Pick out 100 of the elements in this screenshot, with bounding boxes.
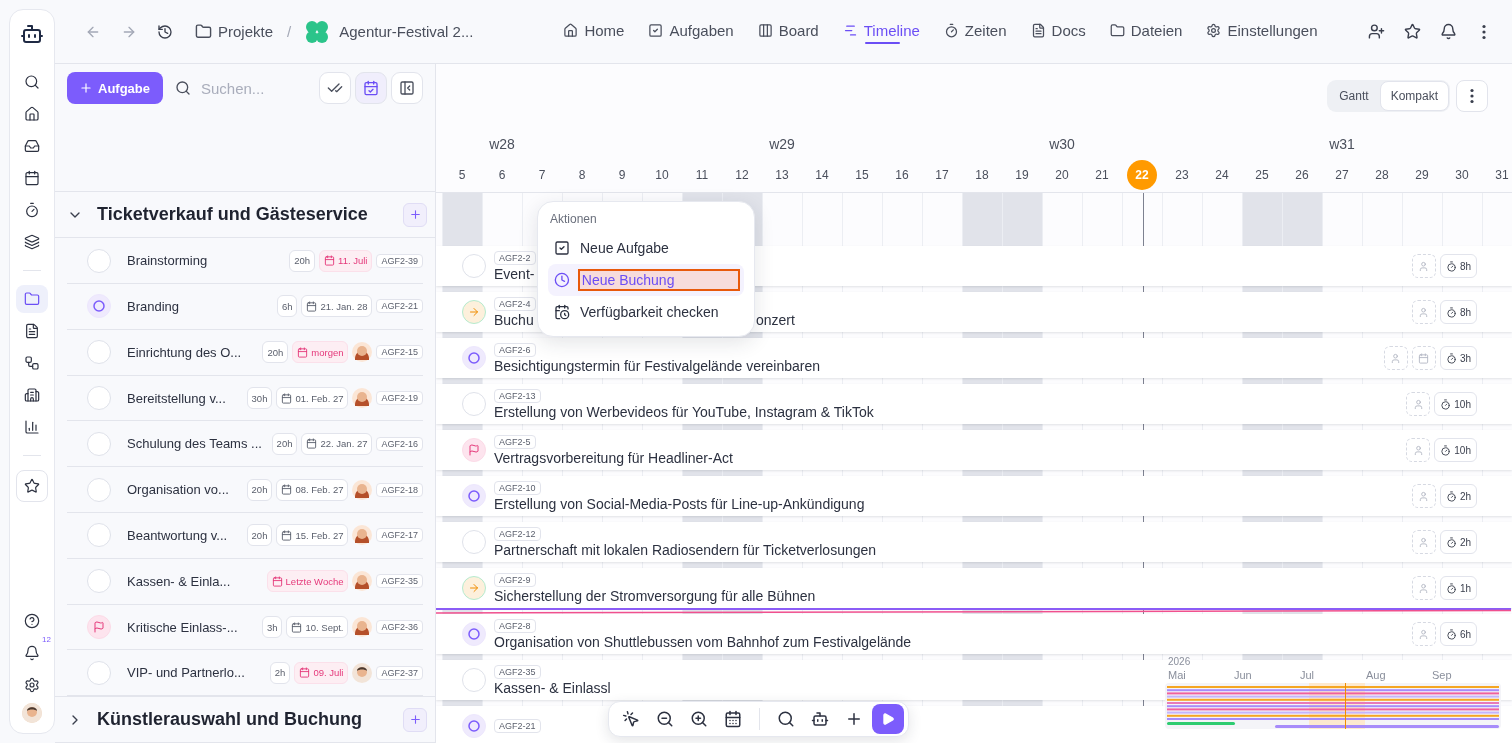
task-title[interactable]: Partnerschaft mit lokalen Radiosendern für Ticketverlosungen — [494, 541, 877, 558]
in-progress-status[interactable] — [462, 622, 486, 646]
task-title[interactable]: Erstellung von Werbevideos für YouTube, Instagram & TikTok — [494, 403, 874, 420]
nav-tab[interactable]: Board — [757, 0, 819, 64]
flag-status[interactable] — [462, 438, 486, 462]
view-toggle-option[interactable]: Kompakt — [1379, 81, 1449, 111]
day-label: 6 — [498, 168, 506, 182]
folder-icon — [195, 23, 212, 40]
settings-icon — [24, 677, 40, 693]
menu-item[interactable]: Neue Buchung — [548, 264, 744, 296]
logo-icon[interactable] — [20, 22, 44, 46]
in-progress-status[interactable] — [87, 294, 111, 319]
task-title[interactable]: Kritische Einlass-... — [127, 619, 238, 635]
task-title[interactable]: Vertragsvorbereitung für Headliner-Act — [494, 449, 733, 466]
task-title[interactable]: Bereitstellung v... — [127, 390, 226, 406]
nav-tab[interactable]: Dateien — [1109, 0, 1183, 64]
view-toggle-option[interactable]: Gantt — [1328, 81, 1380, 111]
search-field[interactable]: Suchen... — [199, 78, 299, 98]
minimap-drawing[interactable] — [1165, 683, 1501, 729]
checkbox-icon — [554, 240, 570, 256]
task-title[interactable]: Erstellung von Social-Media-Posts für Line-up-Ankündigung — [494, 495, 865, 512]
star-button[interactable] — [16, 470, 48, 502]
breadcrumb-link[interactable]: Projekte — [218, 23, 274, 40]
nav-tab[interactable]: Home — [563, 0, 625, 64]
task-title[interactable]: Organisation vo... — [127, 482, 229, 498]
more-button[interactable] — [1456, 80, 1488, 112]
task-title[interactable]: Organisation von Shuttlebussen vom Bahnhof zum Festivalgelände — [494, 633, 912, 650]
flag-icon — [468, 444, 480, 456]
menu-heading: Aktionen — [549, 212, 598, 228]
task-title[interactable]: Branding — [127, 298, 180, 314]
in-progress-status[interactable] — [462, 714, 486, 738]
stopwatch-icon — [943, 23, 959, 38]
calendar-icon — [299, 667, 311, 679]
task-title[interactable]: Sicherstellung der Stromversorgung für alle Bühnen — [494, 587, 816, 604]
calendar-icon — [24, 170, 40, 186]
calendar-icon — [281, 392, 293, 404]
panel-icon — [399, 80, 415, 96]
panel-button[interactable] — [391, 72, 423, 104]
nav-tab[interactable]: Zeiten — [943, 0, 1007, 64]
star-icon — [1403, 23, 1421, 40]
task-id: AGF2-36 — [376, 620, 423, 634]
calendar-icon — [271, 575, 283, 587]
document-icon — [1030, 23, 1046, 38]
hours-chip: 3h — [261, 616, 283, 638]
stopwatch-icon — [1440, 398, 1452, 410]
task-title[interactable]: Event- — [494, 265, 535, 282]
task-id: AGF2-39 — [376, 253, 423, 268]
week-label: w30 — [1049, 136, 1075, 152]
day-label: 18 — [975, 168, 989, 182]
folder-button[interactable] — [16, 285, 48, 313]
avatar — [352, 479, 373, 500]
check-all-button[interactable] — [319, 72, 351, 104]
week-label: w31 — [1329, 136, 1355, 152]
task-title[interactable]: Schulung des Teams ... — [127, 436, 262, 452]
nav-tab[interactable]: Timeline — [842, 0, 920, 64]
notification-count: 12 — [42, 635, 51, 644]
nav-tab[interactable]: Einstellungen — [1206, 0, 1318, 64]
day-label: 28 — [1375, 168, 1389, 182]
menu-item[interactable]: Neue Aufgabe — [548, 232, 744, 264]
menu-item[interactable]: Verfügbarkeit checken — [548, 296, 744, 328]
task-title[interactable]: Kassen- & Einlassl — [494, 679, 611, 696]
due-date: 09. Juli — [294, 661, 349, 684]
day-label: 14 — [815, 168, 829, 182]
arrow-icon — [468, 582, 480, 594]
due-date: Letzte Woche — [266, 570, 349, 593]
nav-tab[interactable]: Aufgaben — [648, 0, 734, 64]
task-title[interactable]: Einrichtung des O... — [127, 344, 242, 360]
task-title[interactable]: Kassen- & Einla... — [127, 573, 231, 589]
day-label: 9 — [618, 168, 626, 182]
in-progress-status[interactable] — [462, 484, 486, 508]
user-icon — [1390, 352, 1402, 364]
stopwatch-icon — [1445, 490, 1457, 502]
nav-tab[interactable]: Docs — [1030, 0, 1086, 64]
month-label: Jul — [1299, 669, 1316, 681]
add-to-group-button[interactable] — [403, 707, 427, 732]
plus-icon — [845, 710, 863, 728]
task-title[interactable]: Beantwortung v... — [127, 527, 228, 543]
user-avatar[interactable] — [22, 703, 42, 723]
user-icon — [1418, 260, 1430, 272]
ring-icon — [93, 300, 105, 313]
hours-chip: 1h — [1439, 576, 1477, 600]
task-title[interactable]: VIP- und Partnerlo... — [127, 665, 245, 681]
play-button[interactable] — [872, 704, 904, 734]
add-to-group-button[interactable] — [403, 202, 427, 227]
in-progress-status[interactable] — [462, 346, 486, 370]
add-task-button[interactable]: Aufgabe — [67, 72, 163, 104]
task-title[interactable]: Brainstorming — [127, 253, 208, 269]
hours-chip: 8h — [1439, 254, 1477, 278]
task-title[interactable]: Besichtigungstermin für Festivalgelände vereinbaren — [494, 357, 821, 374]
month-label: Sep — [1431, 669, 1453, 681]
project-name[interactable]: Agentur-Festival 2... — [339, 23, 474, 40]
hours-chip: 6h — [276, 295, 298, 318]
bar-chart-icon — [24, 419, 40, 435]
task-id: AGF2-19 — [376, 391, 423, 406]
calendar-icon — [306, 300, 318, 312]
day-label: 16 — [895, 168, 909, 182]
flag-status[interactable] — [87, 615, 111, 639]
ring-icon — [468, 490, 480, 502]
hours-chip: 2h — [1439, 530, 1477, 554]
task-id: AGF2-2 — [494, 250, 536, 265]
